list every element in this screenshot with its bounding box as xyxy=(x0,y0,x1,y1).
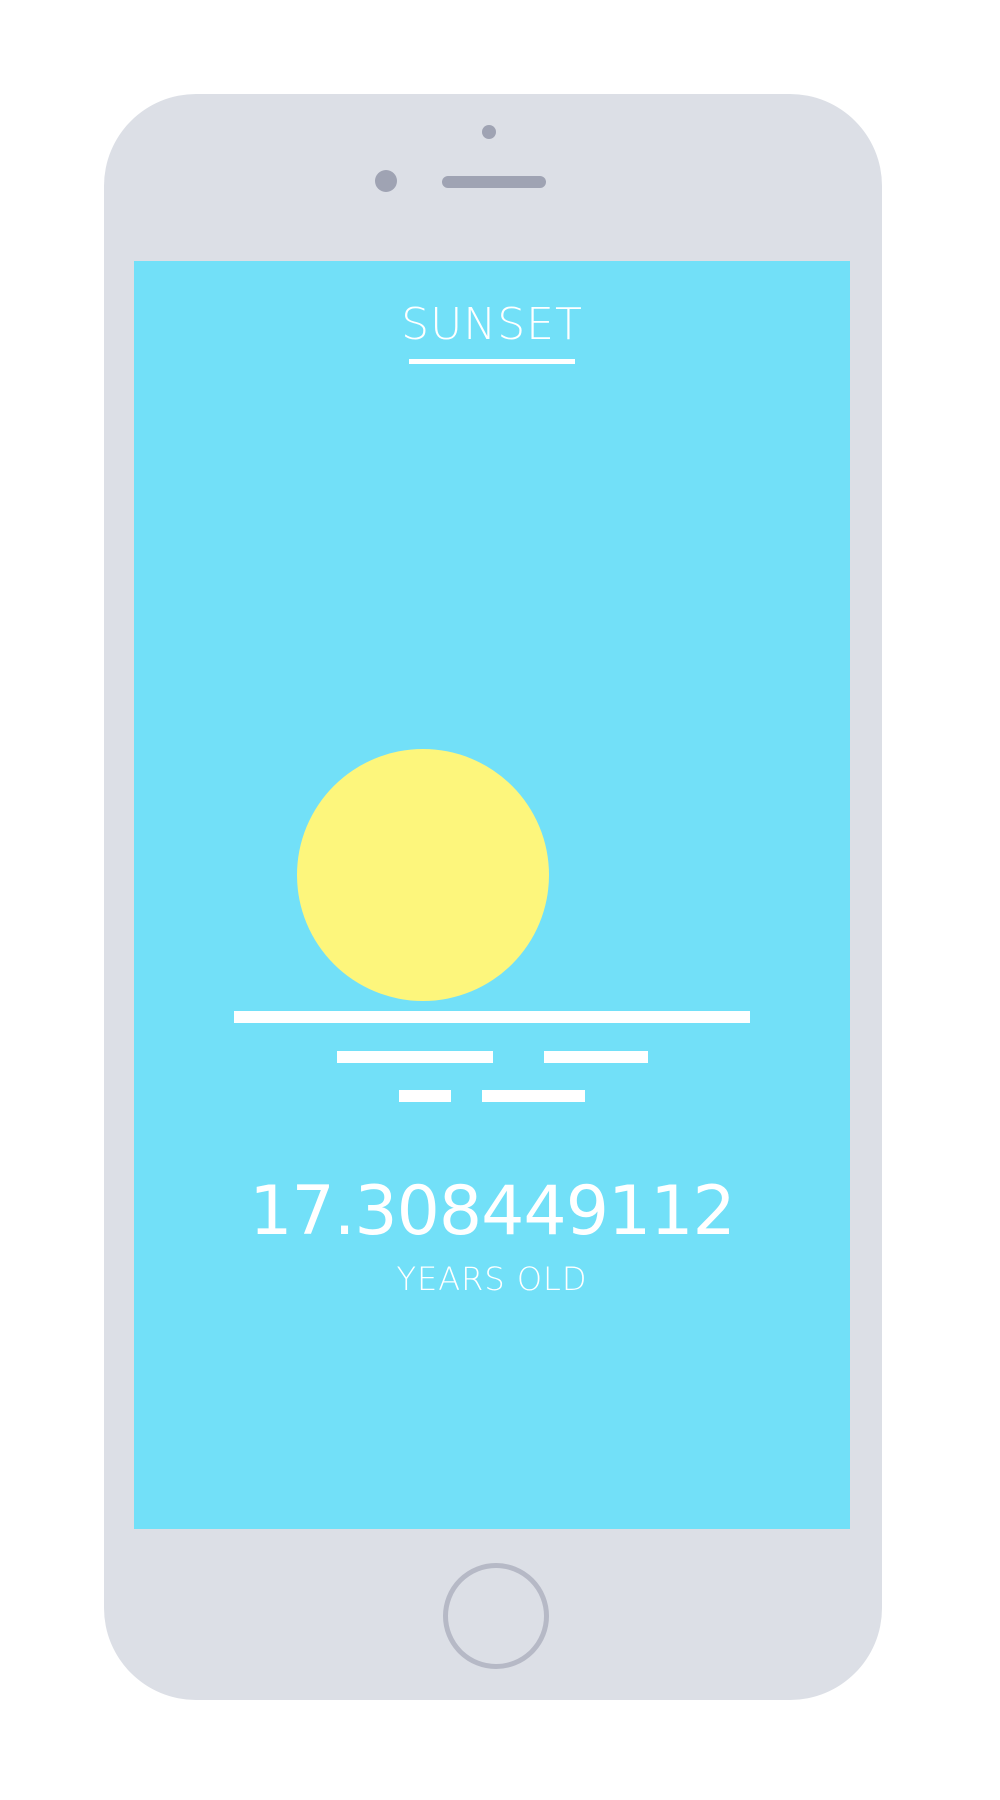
proximity-sensor-icon xyxy=(375,170,397,192)
age-label: YEARS OLD xyxy=(396,1260,588,1298)
sun-icon xyxy=(297,749,549,1001)
home-button[interactable] xyxy=(443,1563,549,1669)
canvas: SUNSET 17.308449112 YEARS OLD xyxy=(0,0,1000,1800)
water-line-short-right xyxy=(482,1090,585,1102)
water-line-left xyxy=(337,1051,493,1063)
title-underline xyxy=(409,359,575,364)
front-camera-icon xyxy=(482,125,496,139)
phone-screen: SUNSET 17.308449112 YEARS OLD xyxy=(134,261,850,1529)
screen-title: SUNSET xyxy=(401,299,583,350)
earpiece-speaker-icon xyxy=(442,176,546,188)
horizon-line xyxy=(234,1011,750,1023)
age-value: 17.308449112 xyxy=(249,1172,736,1251)
water-line-short-left xyxy=(399,1090,451,1102)
water-line-right xyxy=(544,1051,648,1063)
